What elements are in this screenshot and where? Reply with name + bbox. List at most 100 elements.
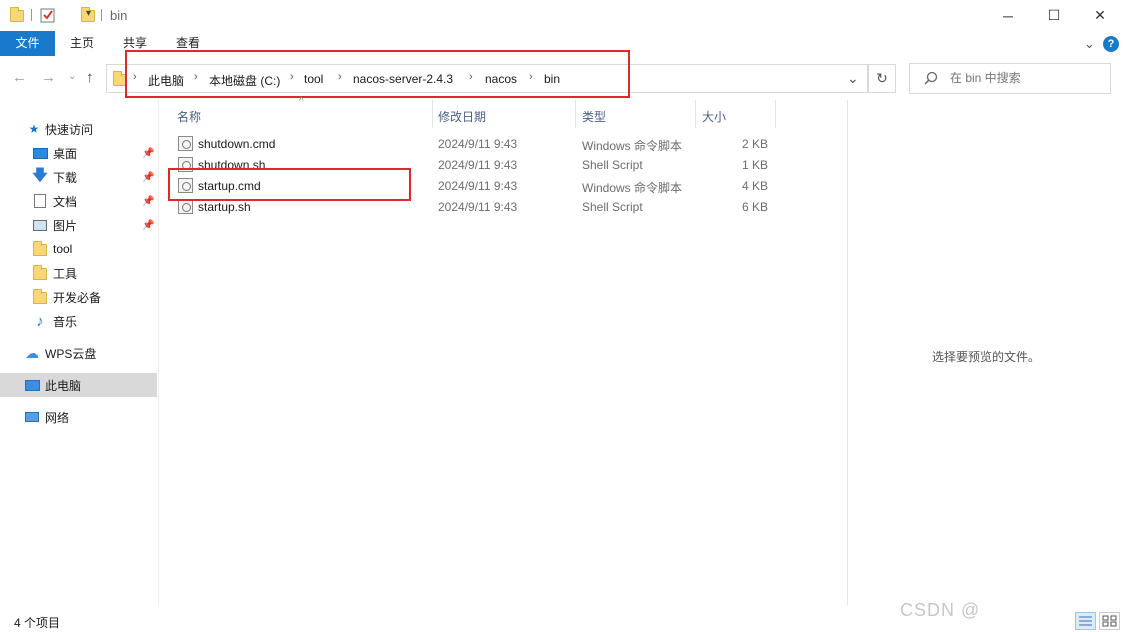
sidebar-item-label: WPS云盘 [45,346,97,361]
pin-icon[interactable]: 📌 [142,172,154,183]
column-header-size[interactable]: 大小 [702,108,726,125]
help-icon[interactable]: ? [1103,36,1119,52]
column-header-type[interactable]: 类型 [582,108,606,125]
column-header-name[interactable]: 名称 [177,108,201,125]
file-size: 1 KB [741,158,768,172]
sidebar-item-wps-cloud[interactable]: ☁ WPS云盘 [0,341,157,365]
refresh-button[interactable]: ↻ [868,64,896,93]
file-name: shutdown.cmd [198,137,276,151]
sidebar-item-label: 图片 [53,218,78,233]
sidebar-item-tools-cn[interactable]: 工具 [0,261,157,285]
divider [847,100,848,605]
up-arrow-icon[interactable]: ↑ [86,69,94,86]
breadcrumb-separator[interactable]: › [338,71,342,83]
breadcrumb-separator[interactable]: › [194,71,198,83]
tab-file[interactable]: 文件 [0,31,55,56]
customize-quick-access-icon[interactable]: ▾ [86,8,91,26]
details-view-icon [1079,616,1092,626]
recent-locations-chevron-icon[interactable]: ⌄ [68,71,76,82]
file-type: Windows 命令脚本 [582,139,683,153]
folder-icon [113,71,127,86]
breadcrumb-nacos-server[interactable]: nacos-server-2.4.3 [353,72,453,86]
table-row[interactable]: shutdown.sh 2024/9/11 9:43 Shell Script … [173,155,773,176]
tab-share[interactable]: 共享 [123,31,147,56]
breadcrumb-bin[interactable]: bin [544,72,560,86]
back-arrow-icon[interactable]: ← [12,69,27,86]
column-divider[interactable] [432,100,433,128]
file-date: 2024/9/11 9:43 [438,200,518,214]
sidebar-item-label: 文档 [53,194,78,209]
tab-view[interactable]: 查看 [176,31,200,56]
divider [31,9,32,21]
navigation-pane: ★ 快速访问 桌面 📌 🡇 下载 📌 文档 📌 图片 📌 tool 工具 开发必… [0,100,157,605]
document-icon [32,194,48,208]
pin-icon[interactable]: 📌 [142,148,154,159]
script-file-icon [178,136,193,151]
sidebar-item-quick-access[interactable]: ★ 快速访问 [0,117,157,141]
window-title: bin [110,8,128,23]
cloud-icon: ☁ [25,344,39,361]
breadcrumb-local-disk[interactable]: 本地磁盘 (C:) [209,72,280,89]
sidebar-item-downloads[interactable]: 🡇 下载 📌 [0,165,157,189]
sidebar-item-tool[interactable]: tool [0,237,157,261]
search-box[interactable] [909,63,1111,94]
table-row[interactable]: startup.sh 2024/9/11 9:43 Shell Script 6… [173,197,773,218]
sidebar-item-label: 此电脑 [45,378,82,393]
maximize-button[interactable]: ☐ [1031,0,1077,31]
music-icon: ♪ [36,312,44,330]
tab-home[interactable]: 主页 [70,31,94,56]
breadcrumb-separator[interactable]: › [469,71,473,83]
column-header-date[interactable]: 修改日期 [438,108,486,125]
file-date: 2024/9/11 9:43 [438,158,518,172]
close-button[interactable]: ✕ [1077,0,1123,31]
pin-icon[interactable]: 📌 [142,220,154,231]
refresh-icon: ↻ [876,70,888,86]
table-row[interactable]: startup.cmd 2024/9/11 9:43 Windows 命令脚本 … [173,176,773,197]
sidebar-item-network[interactable]: 网络 [0,405,157,429]
breadcrumb-nacos[interactable]: nacos [485,72,517,86]
minimize-button[interactable]: ─ [985,0,1031,31]
file-explorer-window: ▾ bin ─ ☐ ✕ 文件 主页 共享 查看 ⌄ ? ← → ⌄ ↑ › 此电… [0,0,1123,632]
sidebar-item-label: tool [53,242,73,256]
computer-icon [24,378,40,392]
address-dropdown-icon[interactable]: ⌄ [847,70,859,87]
sidebar-item-music[interactable]: ♪ 音乐 [0,309,157,333]
network-icon [24,410,40,424]
sidebar-item-this-pc[interactable]: 此电脑 [0,373,157,397]
column-divider[interactable] [575,100,576,128]
sidebar-item-label: 音乐 [53,314,78,329]
title-bar: ▾ bin ─ ☐ ✕ [0,0,1123,31]
table-row[interactable]: shutdown.cmd 2024/9/11 9:43 Windows 命令脚本… [173,134,773,155]
folder-icon [10,7,24,22]
sidebar-item-label: 桌面 [53,146,78,161]
sidebar-item-documents[interactable]: 文档 📌 [0,189,157,213]
forward-arrow-icon[interactable]: → [41,69,56,86]
item-count: 4 个项目 [14,616,61,630]
watermark: CSDN @ [900,600,981,620]
preview-message: 选择要预览的文件。 [932,350,1041,364]
breadcrumb-this-pc[interactable]: 此电脑 [148,72,184,89]
desktop-icon [32,146,48,160]
file-type: Shell Script [582,158,643,172]
divider [158,100,159,605]
breadcrumb-tool[interactable]: tool [304,72,323,86]
large-icons-view-button[interactable] [1099,612,1120,630]
divider [101,9,102,21]
properties-icon[interactable] [40,7,56,25]
breadcrumb-separator[interactable]: › [290,71,294,83]
address-bar[interactable]: › 此电脑 › 本地磁盘 (C:) › tool › nacos-server-… [106,64,868,93]
script-file-icon [178,199,193,214]
column-divider[interactable] [695,100,696,128]
pin-icon[interactable]: 📌 [142,196,154,207]
file-name: shutdown.sh [198,158,266,172]
folder-icon [33,241,47,256]
breadcrumb-separator[interactable]: › [529,71,533,83]
sidebar-item-pictures[interactable]: 图片 📌 [0,213,157,237]
file-date: 2024/9/11 9:43 [438,137,518,151]
column-divider[interactable] [775,100,776,128]
sidebar-item-desktop[interactable]: 桌面 📌 [0,141,157,165]
search-input[interactable] [950,71,1100,85]
sidebar-item-dev-essentials[interactable]: 开发必备 [0,285,157,309]
details-view-button[interactable] [1075,612,1096,630]
ribbon-expand-button[interactable]: ⌄ [1084,31,1095,56]
